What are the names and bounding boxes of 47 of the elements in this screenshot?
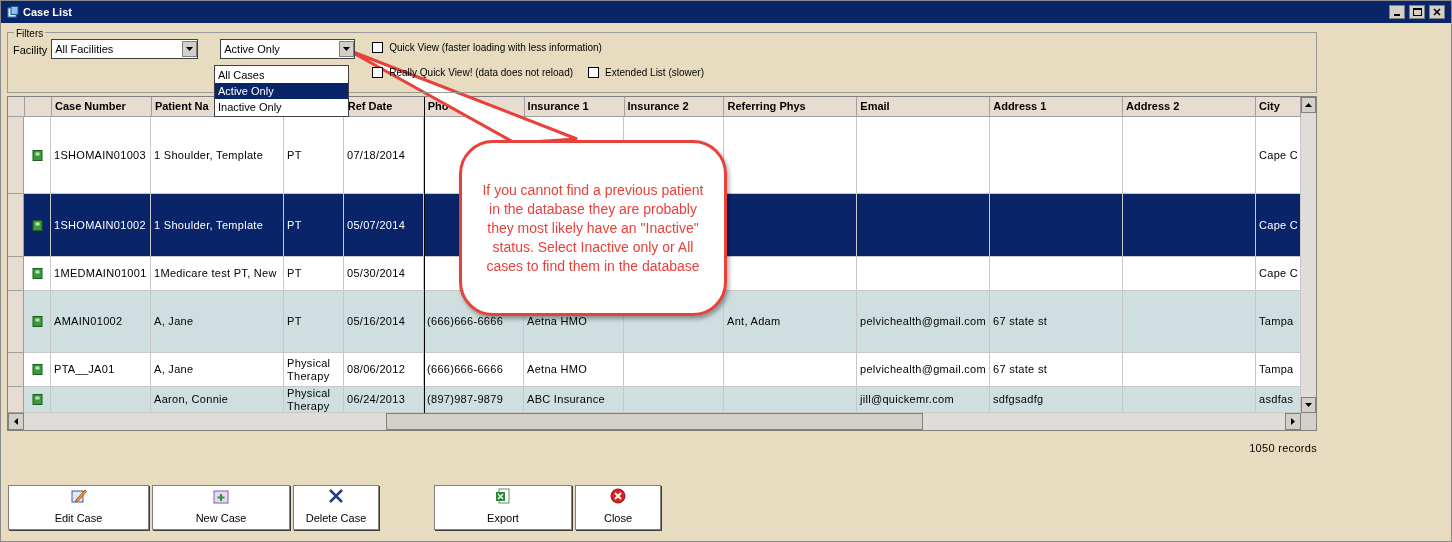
table-cell: 08/06/2012 (347, 363, 406, 376)
table-cell: PT (287, 315, 302, 328)
table-cell: (666)666-6666 (427, 363, 504, 376)
window-title: Case List (23, 4, 72, 20)
table-cell: Tampa (1259, 363, 1294, 376)
table-cell: PTA__JA01 (54, 363, 115, 376)
table-cell: Aetna HMO (527, 363, 588, 376)
table-cell: 1MEDMAIN01001 (54, 267, 147, 280)
table-cell: 06/24/2013 (347, 393, 406, 406)
table-cell: 05/16/2014 (347, 315, 406, 328)
table-cell: asdfas (1259, 393, 1294, 406)
table-cell: 05/07/2014 (347, 218, 406, 232)
table-cell: (897)987-9879 (427, 393, 504, 406)
table-cell: AMAIN01002 (54, 315, 123, 328)
table-cell: PT (287, 267, 302, 280)
table-cell: 07/18/2014 (347, 148, 406, 162)
table-cell: PT (287, 148, 302, 162)
facility-label: Facility (13, 43, 48, 58)
table-cell: A, Jane (154, 315, 194, 328)
table-cell: Cape C (1259, 218, 1299, 232)
table-cell: sdfgsadfg (993, 393, 1044, 406)
record-count: 1050 records (1249, 441, 1317, 456)
table-cell: 1Medicare test PT, New (154, 267, 277, 280)
table-cell: 67 state st (993, 363, 1048, 376)
table-cell: 67 state st (993, 315, 1048, 328)
checkbox-label: Extended List (slower) (605, 66, 704, 80)
table-cell: PT (287, 218, 302, 232)
table-cell-text: Physical Therapy (287, 356, 332, 383)
table-cell: Ant, Adam (727, 315, 781, 328)
table-cell: 1SHOMAIN01002 (54, 218, 146, 232)
table-cell: Aaron, Connie (154, 393, 229, 406)
table-cell: pelvichealth@gmail.com (860, 363, 986, 376)
table-cell: ABC Insurance (527, 393, 605, 406)
table-cell: (666)666-6666 (427, 315, 504, 328)
checkbox-label: Quick View (faster loading with less information) (389, 41, 602, 55)
table-cell: Cape C (1259, 267, 1299, 280)
table-cell: jill@quickemr.com (860, 393, 954, 406)
table-cell: 1SHOMAIN01003 (54, 148, 146, 162)
table-cell: pelvichealth@gmail.com (860, 315, 986, 328)
table-cell: Cape C (1259, 148, 1299, 162)
table-cell: Aetna HMO (527, 315, 588, 328)
table-cell: A, Jane (154, 363, 194, 376)
table-cell: Tampa (1259, 315, 1294, 328)
table-cell: 05/30/2014 (347, 267, 406, 280)
table-cell: 1 Shoulder, Template (154, 148, 264, 162)
table-cell: 1 Shoulder, Template (154, 218, 264, 232)
table-cell-text: Physical Therapy (287, 387, 332, 412)
